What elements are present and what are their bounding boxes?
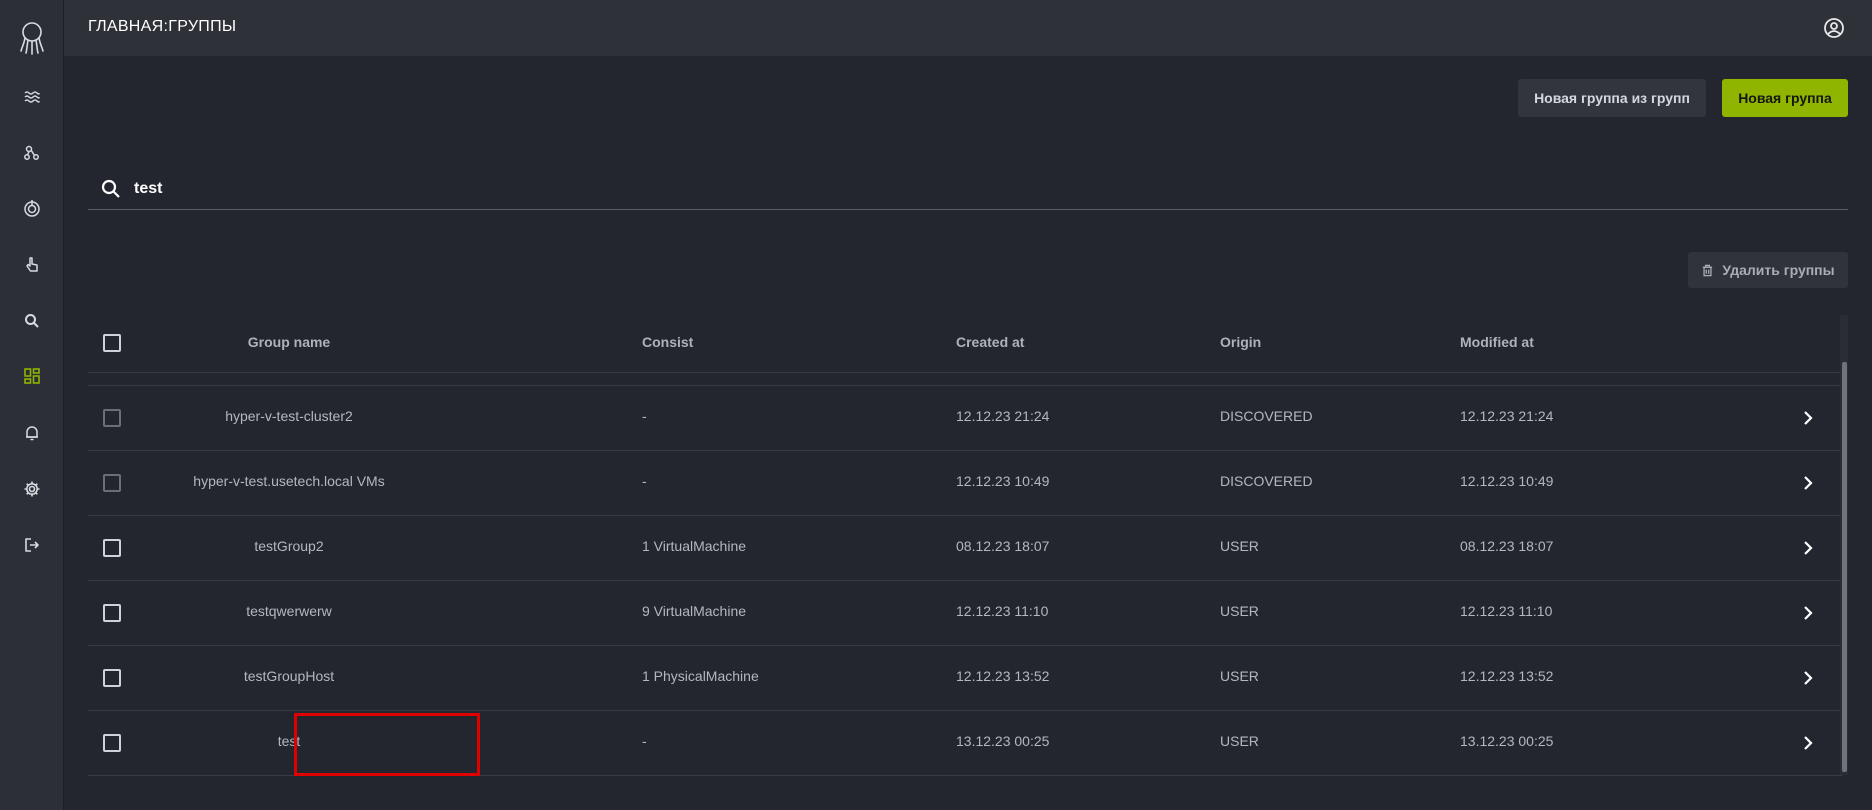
top-header: ГЛАВНАЯ:ГРУППЫ bbox=[64, 0, 1872, 56]
origin-cell: USER bbox=[1220, 668, 1259, 684]
new-group-button[interactable]: Новая группа bbox=[1722, 79, 1848, 117]
created-at-cell: 13.12.23 00:25 bbox=[956, 733, 1050, 749]
column-modified-at[interactable]: Modified at bbox=[1460, 334, 1534, 350]
created-at-cell: 12.12.23 13:52 bbox=[956, 668, 1050, 684]
account-button[interactable] bbox=[1820, 14, 1848, 42]
table-row[interactable]: testGroup2 1 VirtualMachine 08.12.23 18:… bbox=[88, 516, 1842, 581]
consist-cell: - bbox=[642, 408, 647, 424]
nav-dashboard[interactable] bbox=[17, 361, 47, 391]
nav-touch[interactable] bbox=[17, 250, 47, 280]
origin-cell: DISCOVERED bbox=[1220, 473, 1313, 489]
modified-at-cell: 12.12.23 11:10 bbox=[1460, 603, 1553, 619]
table-row[interactable]: hyper-v-test-cluster2 - 12.12.23 21:24 D… bbox=[88, 386, 1842, 451]
logout-icon bbox=[25, 538, 39, 552]
highlight-annotation bbox=[294, 713, 480, 776]
created-at-cell: 12.12.23 21:24 bbox=[956, 408, 1050, 424]
search-icon bbox=[100, 178, 122, 200]
origin-cell: USER bbox=[1220, 538, 1259, 554]
table-row[interactable]: hyper-v-test.usetech.local VMs - 12.12.2… bbox=[88, 451, 1842, 516]
new-group-from-groups-button[interactable]: Новая группа из групп bbox=[1518, 79, 1706, 117]
consist-cell: 1 PhysicalMachine bbox=[642, 668, 759, 684]
nav-logout[interactable] bbox=[17, 530, 47, 560]
search-input[interactable] bbox=[132, 174, 732, 204]
table-row[interactable]: testqwerwerw 9 VirtualMachine 12.12.23 1… bbox=[88, 581, 1842, 646]
nav-nodes[interactable] bbox=[17, 138, 47, 168]
chevron-right-icon[interactable] bbox=[1798, 538, 1818, 558]
nav-settings[interactable] bbox=[17, 474, 47, 504]
modified-at-cell: 13.12.23 00:25 bbox=[1460, 733, 1554, 749]
bell-icon bbox=[26, 426, 38, 441]
created-at-cell: 08.12.23 18:07 bbox=[956, 538, 1050, 554]
touch-icon bbox=[26, 257, 38, 272]
dashboard-icon bbox=[24, 368, 40, 384]
search-bar bbox=[88, 172, 1848, 210]
header-divider bbox=[88, 372, 1842, 373]
group-name-cell: hyper-v-test.usetech.local VMs bbox=[193, 473, 385, 489]
consist-cell: - bbox=[642, 733, 647, 749]
delete-groups-label: Удалить группы bbox=[1722, 262, 1835, 278]
trash-icon bbox=[1701, 264, 1714, 277]
nodes-icon bbox=[24, 145, 39, 160]
modified-at-cell: 12.12.23 10:49 bbox=[1460, 473, 1554, 489]
group-name-cell: hyper-v-test-cluster2 bbox=[225, 408, 353, 424]
chevron-right-icon[interactable] bbox=[1798, 473, 1818, 493]
column-group-name[interactable]: Group name bbox=[109, 334, 469, 350]
column-consist[interactable]: Consist bbox=[642, 334, 693, 350]
waves-icon bbox=[24, 91, 40, 103]
column-created-at[interactable]: Created at bbox=[956, 334, 1024, 350]
octopus-logo-icon[interactable] bbox=[16, 20, 48, 56]
origin-cell: USER bbox=[1220, 603, 1259, 619]
chevron-right-icon[interactable] bbox=[1798, 603, 1818, 623]
table-row[interactable]: testGroupHost 1 PhysicalMachine 12.12.23… bbox=[88, 646, 1842, 711]
created-at-cell: 12.12.23 11:10 bbox=[956, 603, 1049, 619]
origin-cell: USER bbox=[1220, 733, 1259, 749]
modified-at-cell: 12.12.23 13:52 bbox=[1460, 668, 1554, 684]
group-name-cell: testqwerwerw bbox=[246, 603, 332, 619]
chevron-right-icon[interactable] bbox=[1798, 668, 1818, 688]
delete-groups-button[interactable]: Удалить группы bbox=[1688, 252, 1848, 288]
origin-cell: DISCOVERED bbox=[1220, 408, 1313, 424]
created-at-cell: 12.12.23 10:49 bbox=[956, 473, 1050, 489]
nav-waves[interactable] bbox=[17, 82, 47, 112]
table-header: Group name Consist Created at Origin Mod… bbox=[88, 316, 1842, 372]
table-scrollbar-thumb[interactable] bbox=[1842, 362, 1847, 772]
consist-cell: 1 VirtualMachine bbox=[642, 538, 747, 554]
chevron-right-icon[interactable] bbox=[1798, 408, 1818, 428]
nav-target[interactable] bbox=[17, 193, 47, 223]
target-icon bbox=[24, 200, 40, 217]
consist-cell: - bbox=[642, 473, 647, 489]
group-name-cell: testGroupHost bbox=[243, 668, 335, 684]
gear-icon bbox=[24, 481, 40, 497]
column-origin[interactable]: Origin bbox=[1220, 334, 1261, 350]
account-circle-icon bbox=[1824, 18, 1844, 38]
modified-at-cell: 08.12.23 18:07 bbox=[1460, 538, 1554, 554]
nav-notifications[interactable] bbox=[17, 418, 47, 448]
group-name-cell: testGroup2 bbox=[254, 538, 324, 554]
page-title: ГЛАВНАЯ:ГРУППЫ bbox=[88, 18, 237, 35]
sidebar bbox=[0, 0, 64, 810]
search-icon bbox=[25, 314, 39, 328]
chevron-right-icon[interactable] bbox=[1798, 733, 1818, 753]
consist-cell: 9 VirtualMachine bbox=[642, 603, 747, 619]
modified-at-cell: 12.12.23 21:24 bbox=[1460, 408, 1554, 424]
nav-search[interactable] bbox=[17, 306, 47, 336]
